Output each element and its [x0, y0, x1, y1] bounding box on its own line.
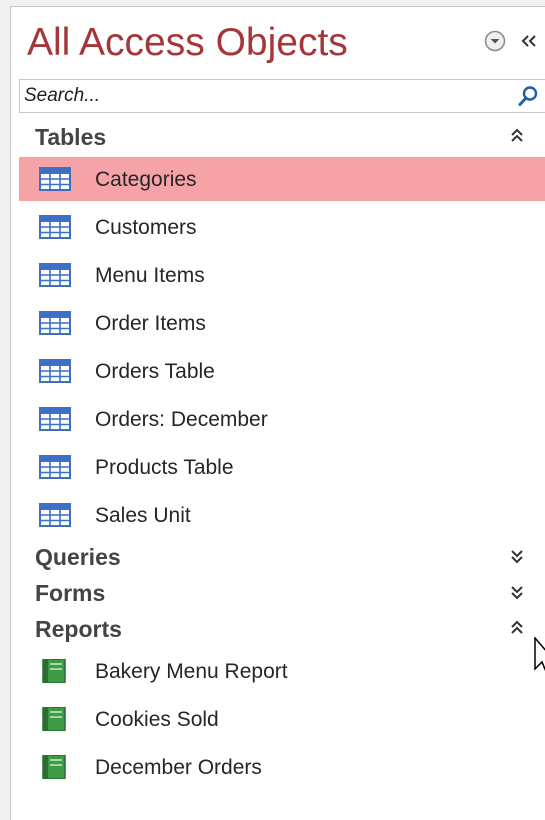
dropdown-circle-icon[interactable] [483, 29, 507, 53]
list-item-label: December Orders [95, 756, 262, 779]
table-icon [39, 455, 71, 479]
list-item-label: Orders Table [95, 360, 215, 383]
mouse-cursor-icon [534, 637, 545, 672]
list-item-label: Categories [95, 168, 197, 191]
list-item-order-items[interactable]: Order Items [19, 301, 545, 345]
list-item-label: Cookies Sold [95, 708, 219, 731]
group-label: Queries [35, 544, 121, 570]
pane-title[interactable]: All Access Objects [27, 20, 348, 66]
table-icon [39, 263, 71, 287]
list-item-customers[interactable]: Customers [19, 205, 545, 249]
table-icon [39, 503, 71, 527]
list-item-label: Products Table [95, 456, 234, 479]
navigation-pane: All Access Objects Tables [10, 6, 545, 820]
search-input[interactable] [20, 80, 512, 112]
list-item-label: Orders: December [95, 408, 268, 431]
group-header-tables[interactable]: Tables [19, 119, 545, 153]
group-label: Reports [35, 616, 122, 642]
group-label: Tables [35, 124, 107, 150]
list-item-sales-unit[interactable]: Sales Unit [19, 493, 545, 537]
search-box [19, 79, 545, 113]
navigation-pane-header: All Access Objects [11, 7, 545, 79]
list-item-orders-table[interactable]: Orders Table [19, 349, 545, 393]
chevron-double-up-icon[interactable] [509, 619, 525, 637]
list-item-products-table[interactable]: Products Table [19, 445, 545, 489]
list-item-orders-december[interactable]: Orders: December [19, 397, 545, 441]
list-item-december-orders[interactable]: December Orders [19, 745, 545, 789]
table-icon [39, 359, 71, 383]
group-header-forms[interactable]: Forms [19, 575, 545, 609]
double-chevron-left-icon[interactable] [517, 29, 541, 53]
list-item-label: Customers [95, 216, 197, 239]
list-item-menu-items[interactable]: Menu Items [19, 253, 545, 297]
list-item-label: Bakery Menu Report [95, 660, 288, 683]
list-item-cookies-sold[interactable]: Cookies Sold [19, 697, 545, 741]
table-icon [39, 215, 71, 239]
group-header-reports[interactable]: Reports [19, 611, 545, 645]
report-icon [42, 707, 66, 731]
search-icon[interactable] [511, 80, 545, 112]
list-item-bakery-menu-report[interactable]: Bakery Menu Report [19, 649, 545, 693]
report-icon [42, 659, 66, 683]
report-icon [42, 755, 66, 779]
group-label: Forms [35, 580, 106, 606]
group-header-queries[interactable]: Queries [19, 539, 545, 573]
table-icon [39, 311, 71, 335]
chevron-double-up-icon[interactable] [509, 127, 525, 145]
chevron-double-down-icon[interactable] [509, 547, 525, 565]
list-item-label: Order Items [95, 312, 206, 335]
table-icon [39, 407, 71, 431]
chevron-double-down-icon[interactable] [509, 583, 525, 601]
list-item-label: Menu Items [95, 264, 205, 287]
list-item-categories[interactable]: Categories [19, 157, 545, 201]
list-item-label: Sales Unit [95, 504, 191, 527]
table-icon [39, 167, 71, 191]
